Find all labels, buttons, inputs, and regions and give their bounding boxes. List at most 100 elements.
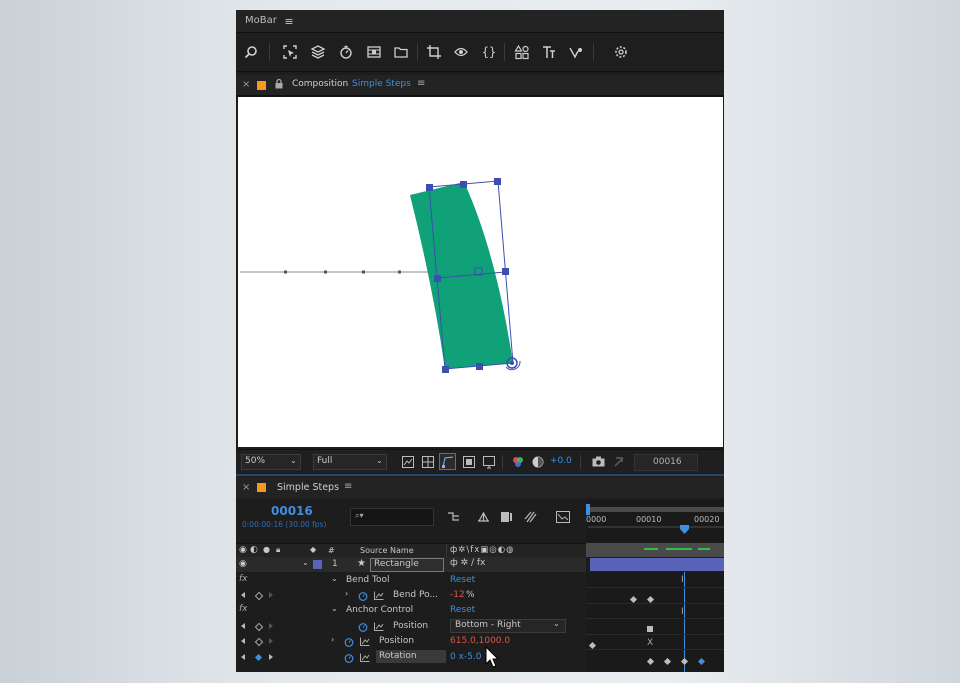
- layer-duration-bar[interactable]: [590, 558, 724, 571]
- graph-icon[interactable]: [360, 636, 370, 647]
- keyframe[interactable]: [663, 657, 672, 666]
- keyframe[interactable]: [646, 595, 655, 604]
- stopwatch-icon[interactable]: [358, 621, 368, 632]
- frame-field[interactable]: 00016: [634, 454, 698, 471]
- add-keyframe-icon[interactable]: [254, 622, 264, 632]
- exposure-value[interactable]: +0.0: [550, 456, 572, 466]
- keyframe[interactable]: [646, 657, 655, 666]
- position-value[interactable]: 615.0,1000.0: [450, 636, 510, 646]
- film-icon[interactable]: [366, 44, 382, 60]
- next-keyframe-icon[interactable]: [269, 654, 273, 660]
- hamburger-icon[interactable]: ≡: [417, 78, 425, 89]
- draft-3d-icon[interactable]: [476, 510, 490, 523]
- close-icon[interactable]: ×: [242, 79, 250, 90]
- shy-layers-icon[interactable]: [499, 510, 513, 523]
- close-icon[interactable]: ×: [242, 482, 250, 493]
- previous-keyframe-icon[interactable]: [241, 654, 245, 660]
- shapes-icon[interactable]: [514, 44, 530, 60]
- bend-value[interactable]: -12: [450, 590, 465, 600]
- fast-preview-icon[interactable]: [401, 455, 414, 468]
- current-timecode[interactable]: 00016: [271, 504, 313, 518]
- reset-link[interactable]: Reset: [450, 605, 475, 615]
- rotation-label-box[interactable]: Rotation: [376, 650, 446, 663]
- chevron-down-icon[interactable]: ⌄: [331, 604, 338, 613]
- layer-name-field[interactable]: Rectangle: [370, 558, 444, 572]
- add-keyframe-icon[interactable]: [254, 637, 264, 647]
- current-time-indicator[interactable]: [680, 519, 689, 534]
- chevron-down-icon[interactable]: ⌄: [302, 558, 309, 567]
- graph-icon[interactable]: [360, 652, 370, 663]
- work-area-bar[interactable]: [588, 507, 724, 512]
- hamburger-icon[interactable]: ≡: [282, 14, 296, 28]
- search-icon[interactable]: [243, 44, 259, 60]
- next-keyframe-icon[interactable]: [269, 623, 273, 629]
- label-tag-icon[interactable]: ◆: [310, 545, 316, 554]
- mask-path-icon[interactable]: [439, 453, 456, 470]
- transparency-grid-icon[interactable]: [421, 455, 434, 468]
- keyframe[interactable]: [680, 657, 689, 666]
- select-icon[interactable]: [282, 44, 298, 60]
- rotation-value[interactable]: 0 x-5.0 °: [450, 652, 489, 662]
- keyframe[interactable]: [629, 595, 638, 604]
- audio-icon[interactable]: ◐: [250, 545, 258, 555]
- timeline-comp-name[interactable]: Simple Steps: [277, 482, 339, 493]
- viewer-canvas[interactable]: [238, 97, 723, 447]
- lock-icon[interactable]: [274, 78, 284, 90]
- composition-name[interactable]: Simple Steps: [352, 79, 411, 89]
- guides-icon[interactable]: [482, 455, 495, 468]
- text-icon[interactable]: [541, 44, 557, 60]
- stopwatch-icon[interactable]: [344, 652, 354, 663]
- braces-icon[interactable]: {}: [480, 44, 498, 60]
- visibility-eye-icon[interactable]: ◉: [239, 559, 247, 569]
- column-source-name[interactable]: Source Name: [360, 546, 414, 555]
- previous-keyframe-icon[interactable]: [241, 638, 245, 644]
- add-keyframe-icon[interactable]: [254, 653, 263, 662]
- previous-keyframe-icon[interactable]: [241, 592, 245, 598]
- reset-link[interactable]: Reset: [450, 575, 475, 585]
- keyframe-area[interactable]: I I X: [586, 572, 724, 672]
- keyframe[interactable]: [588, 641, 597, 650]
- stopwatch-icon[interactable]: [338, 44, 354, 60]
- chevron-right-icon[interactable]: ›: [345, 589, 348, 598]
- show-snapshot-icon[interactable]: [612, 455, 625, 468]
- composition-viewer[interactable]: [238, 97, 723, 447]
- graph-icon[interactable]: [374, 621, 384, 632]
- anchor-position-dropdown[interactable]: Bottom - Right ⌄: [450, 619, 566, 633]
- layer-switches[interactable]: ф ✲ / fx: [450, 558, 485, 568]
- label-color-swatch[interactable]: [257, 81, 266, 90]
- eye-icon[interactable]: ◉: [239, 545, 247, 555]
- eye-icon[interactable]: [453, 44, 469, 60]
- folder-icon[interactable]: [393, 44, 409, 60]
- layer-row[interactable]: ◉ ⌄ 1 ★ Rectangle ф ✲ / fx: [236, 557, 586, 572]
- color-channels-icon[interactable]: [511, 455, 524, 468]
- stopwatch-icon[interactable]: [358, 590, 368, 601]
- time-ruler[interactable]: 0000 00010 00020: [586, 499, 724, 543]
- stopwatch-icon[interactable]: [344, 636, 354, 647]
- keyframe-selected[interactable]: [697, 657, 706, 666]
- layer-search-input[interactable]: ⌕▾: [350, 508, 434, 526]
- comp-mini-flowchart-icon[interactable]: [446, 510, 460, 523]
- settings-icon[interactable]: [613, 44, 629, 60]
- graph-icon[interactable]: [568, 44, 584, 60]
- chevron-down-icon[interactable]: ⌄: [331, 574, 338, 583]
- camera-icon[interactable]: [591, 455, 605, 468]
- next-keyframe-icon[interactable]: [269, 638, 273, 644]
- crop-icon[interactable]: [426, 44, 442, 60]
- color-management-icon[interactable]: [531, 455, 544, 468]
- next-keyframe-icon[interactable]: [269, 592, 273, 598]
- hold-keyframe[interactable]: [647, 626, 653, 632]
- previous-keyframe-icon[interactable]: [241, 623, 245, 629]
- graph-icon[interactable]: [374, 590, 384, 601]
- solo-icon[interactable]: ●: [263, 545, 270, 554]
- label-color-swatch[interactable]: [257, 483, 266, 492]
- layers-icon[interactable]: [310, 44, 326, 60]
- frame-blending-icon[interactable]: [523, 510, 537, 523]
- chevron-right-icon[interactable]: ›: [331, 635, 334, 644]
- layer-label-color[interactable]: [313, 560, 322, 569]
- lock-icon[interactable]: 🔒︎: [276, 545, 280, 555]
- region-of-interest-icon[interactable]: [462, 455, 475, 468]
- add-keyframe-icon[interactable]: [254, 591, 264, 601]
- graph-editor-icon[interactable]: [555, 510, 570, 523]
- resolution-dropdown[interactable]: Full ⌄: [313, 454, 387, 470]
- hamburger-icon[interactable]: ≡: [344, 481, 352, 492]
